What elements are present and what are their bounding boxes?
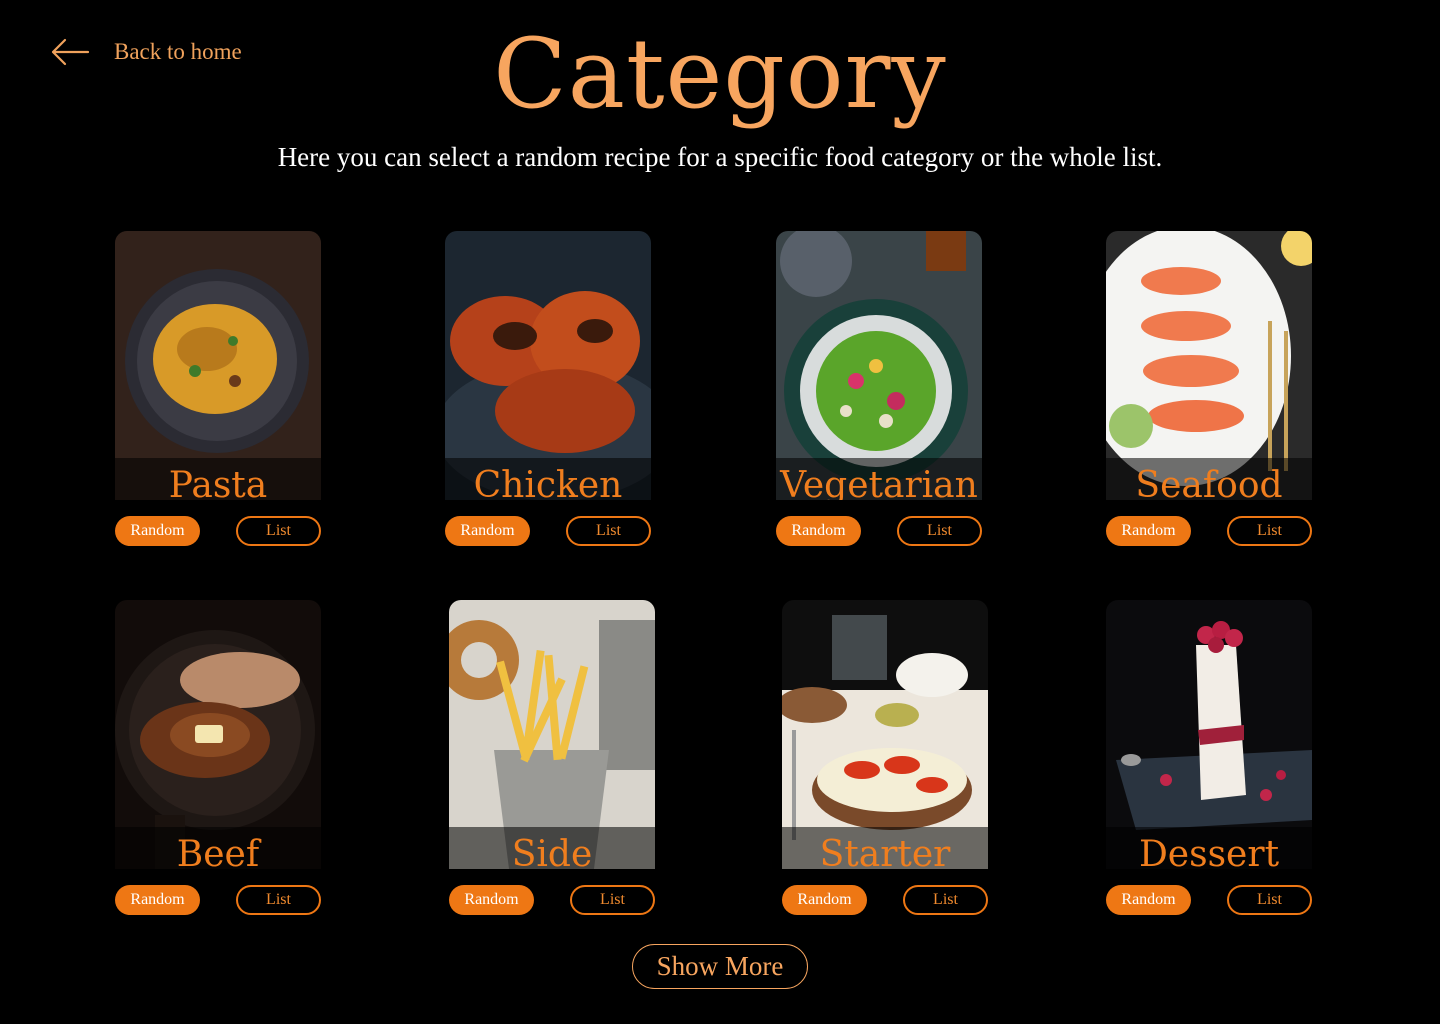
random-button[interactable]: Random xyxy=(1106,885,1191,915)
french-fries-image: Side xyxy=(449,600,655,869)
category-card-vegetarian: Vegetarian Random List xyxy=(776,231,982,546)
category-card-chicken: Chicken Random List xyxy=(445,231,651,546)
list-button[interactable]: List xyxy=(1227,885,1312,915)
list-button[interactable]: List xyxy=(236,516,321,546)
category-card-pasta: Pasta Random List xyxy=(115,231,321,546)
random-button[interactable]: Random xyxy=(115,516,200,546)
category-label: Pasta xyxy=(168,465,268,500)
list-button[interactable]: List xyxy=(903,885,988,915)
category-card-seafood: Seafood Random List xyxy=(1106,231,1312,546)
random-button[interactable]: Random xyxy=(782,885,867,915)
show-more-button[interactable]: Show More xyxy=(632,944,808,989)
random-button[interactable]: Random xyxy=(776,516,861,546)
category-label: Chicken xyxy=(473,465,623,500)
steak-skillet-image: Beef xyxy=(115,600,321,869)
grilled-chicken-image: Chicken xyxy=(445,231,651,500)
category-card-beef: Beef Random List xyxy=(115,600,321,915)
category-label: Beef xyxy=(176,834,260,869)
list-button[interactable]: List xyxy=(897,516,982,546)
category-card-side: Side Random List xyxy=(449,600,655,915)
page-title: Category xyxy=(493,18,947,130)
list-button[interactable]: List xyxy=(566,516,651,546)
list-button[interactable]: List xyxy=(1227,516,1312,546)
random-button[interactable]: Random xyxy=(445,516,530,546)
page-subtitle: Here you can select a random recipe for … xyxy=(277,142,1163,172)
shrimp-platter-image: Seafood xyxy=(1106,231,1312,500)
list-button[interactable]: List xyxy=(236,885,321,915)
pasta-dish-image: Pasta xyxy=(115,231,321,500)
random-button[interactable]: Random xyxy=(449,885,534,915)
category-label: Side xyxy=(511,834,593,869)
random-button[interactable]: Random xyxy=(1106,516,1191,546)
category-label: Starter xyxy=(819,834,951,869)
category-label: Vegetarian xyxy=(780,465,978,500)
vegetarian-bowl-image: Vegetarian xyxy=(776,231,982,500)
category-label: Dessert xyxy=(1138,834,1280,869)
random-button[interactable]: Random xyxy=(115,885,200,915)
berry-parfait-image: Dessert xyxy=(1106,600,1312,869)
bruschetta-image: Starter xyxy=(782,600,988,869)
category-card-starter: Starter Random List xyxy=(782,600,988,915)
category-card-dessert: Dessert Random List xyxy=(1106,600,1312,915)
category-label: Seafood xyxy=(1135,465,1283,500)
list-button[interactable]: List xyxy=(570,885,655,915)
